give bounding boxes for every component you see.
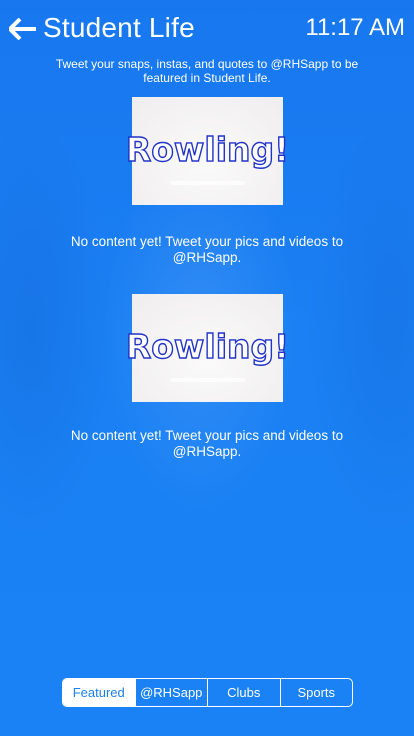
rowling-logo-text: Rowling! — [125, 129, 290, 169]
empty-message: No content yet! Tweet your pics and vide… — [70, 428, 344, 459]
feed-image[interactable]: Rowling! — [125, 97, 290, 205]
rowling-logo-text: Rowling! — [125, 326, 290, 366]
logo-subtitle-bar — [170, 181, 245, 185]
page-title: Student Life — [43, 12, 195, 43]
tab-featured[interactable]: Featured — [63, 679, 135, 706]
arrow-left-icon — [9, 18, 36, 40]
intro-text: Tweet your snaps, instas, and quotes to … — [55, 57, 359, 85]
tab-sports[interactable]: Sports — [279, 679, 353, 706]
logo-subtitle-bar — [170, 378, 245, 382]
empty-message: No content yet! Tweet your pics and vide… — [70, 234, 344, 265]
back-button[interactable] — [8, 14, 38, 44]
clock-time: 11:17 AM — [305, 14, 405, 41]
tab-clubs[interactable]: Clubs — [207, 679, 280, 706]
feed-image[interactable]: Rowling! — [125, 294, 290, 402]
segmented-control: Featured @RHSapp Clubs Sports — [62, 678, 353, 707]
header: Student Life 11:17 AM — [0, 0, 414, 56]
tab-rhsapp[interactable]: @RHSapp — [134, 679, 208, 706]
